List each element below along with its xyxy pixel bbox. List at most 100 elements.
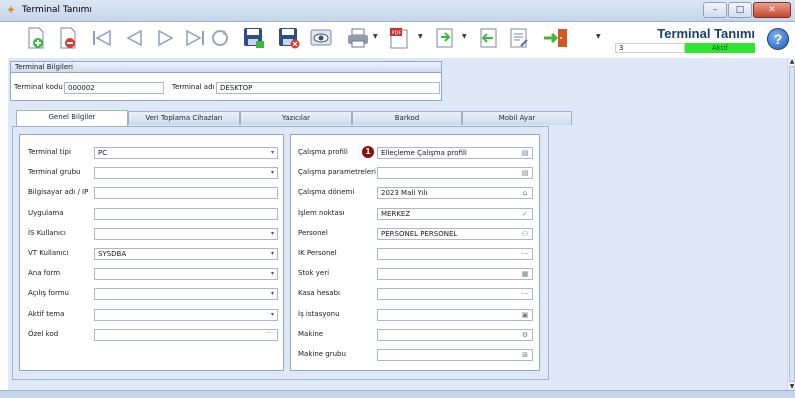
minimize-button[interactable]: – [703, 2, 727, 18]
list-icon[interactable]: ▤ [521, 169, 529, 177]
previous-record-button[interactable] [122, 24, 146, 51]
app-butterfly-icon: ✦ [6, 3, 17, 17]
save-icon [244, 27, 264, 48]
dots-icon[interactable]: ··· [521, 290, 529, 298]
machine-group-icon[interactable]: ⊞ [521, 351, 529, 359]
right-field-label: Personel [298, 229, 328, 237]
terminal-name-input[interactable]: DESKTOP [216, 82, 440, 94]
right-field-label: Kasa hesabı [298, 289, 340, 297]
save-close-icon [279, 27, 300, 48]
left-field-dropdown[interactable]: ▾ [94, 309, 278, 321]
next-record-icon [158, 29, 174, 46]
new-button[interactable] [25, 24, 47, 51]
last-record-button[interactable] [184, 24, 208, 51]
maximize-button[interactable]: □ [728, 2, 752, 18]
left-field-label: Uygulama [28, 209, 64, 217]
left-field-label: Özel kod [28, 330, 59, 338]
right-field-value: 2023 Mali Yılı [381, 189, 428, 197]
left-field-input[interactable] [94, 187, 278, 199]
right-field-input[interactable]: PERSONEL PERSONEL ⚇ [377, 228, 533, 240]
left-field-value: SYSDBA [98, 250, 127, 258]
chevron-down-icon[interactable]: ▾ [271, 249, 274, 259]
right-field-input[interactable]: 2023 Mali Yılı ⌂ [377, 187, 533, 199]
left-field-dropdown[interactable]: PC ▾ [94, 147, 278, 159]
right-field-input[interactable]: ··· [377, 248, 533, 260]
scroll-down-icon[interactable]: ▼ [788, 383, 795, 390]
left-field-input[interactable] [94, 208, 278, 220]
window-title: Terminal Tanımı [22, 5, 92, 15]
tab-genel-bilgiler[interactable]: Genel Bilgiler [16, 110, 128, 126]
tab-mobil-ayar[interactable]: Mobil Ayar [462, 111, 572, 125]
back-icon [480, 28, 497, 47]
print-dropdown-icon[interactable]: ▼ [373, 33, 379, 40]
delete-icon [60, 27, 76, 48]
chevron-down-icon[interactable]: ▾ [271, 229, 274, 239]
left-field-label: VT Kullanıcı [28, 249, 69, 257]
export-button[interactable] [432, 24, 458, 51]
chevron-down-icon[interactable]: ▾ [271, 168, 274, 178]
right-field-input[interactable]: ··· [377, 288, 533, 300]
dots-icon[interactable]: ··· [521, 250, 529, 258]
right-field-input[interactable]: ⊞ [377, 349, 533, 361]
right-field-input[interactable]: ▤ [377, 167, 533, 179]
tab-barkod[interactable]: Barkod [352, 111, 462, 125]
left-field-input[interactable]: ··· [94, 329, 278, 341]
save-button[interactable] [241, 24, 267, 51]
preview-button[interactable] [308, 24, 334, 51]
chevron-down-icon[interactable]: ▾ [271, 148, 274, 158]
title-bar: ✦ Terminal Tanımı – □ ✕ [0, 0, 795, 22]
left-field-dropdown[interactable]: ▾ [94, 228, 278, 240]
close-button[interactable]: ✕ [753, 2, 791, 18]
save-close-button[interactable] [276, 24, 302, 51]
refresh-icon [212, 29, 228, 46]
right-field-label: İş istasyonu [298, 310, 340, 318]
right-field-label: Makine [298, 330, 324, 338]
terminal-code-label: Terminal kodu [14, 83, 63, 91]
right-field-input[interactable]: MERKEZ ✓ [377, 208, 533, 220]
warehouse-icon[interactable]: ▦ [521, 270, 529, 278]
person-icon[interactable]: ⚇ [521, 230, 529, 238]
workstation-icon[interactable]: ▣ [521, 311, 529, 319]
list-icon[interactable]: ▤ [521, 149, 529, 157]
bank-icon[interactable]: ⌂ [521, 189, 529, 197]
right-field-input[interactable]: ▦ [377, 268, 533, 280]
refresh-button[interactable] [208, 24, 232, 51]
scrollbar-thumb[interactable] [789, 66, 795, 382]
left-field-dropdown[interactable]: ▾ [94, 288, 278, 300]
first-record-button[interactable] [89, 24, 113, 51]
delete-button[interactable] [57, 24, 79, 51]
chevron-down-icon[interactable]: ▾ [271, 310, 274, 320]
document-button[interactable] [506, 24, 532, 51]
exit-dropdown-icon[interactable]: ▼ [596, 33, 602, 40]
chevron-down-icon[interactable]: ▾ [271, 289, 274, 299]
right-field-input[interactable]: ▣ [377, 309, 533, 321]
print-button[interactable] [345, 24, 371, 51]
export-dropdown-icon[interactable]: ▼ [462, 33, 468, 40]
terminal-code-input[interactable]: 000002 [64, 82, 164, 94]
exit-button[interactable] [541, 24, 571, 51]
left-field-value: PC [98, 149, 108, 157]
chevron-down-icon[interactable]: ▾ [271, 269, 274, 279]
tab-veri-toplama-cihazlari[interactable]: Veri Toplama Cihazları [128, 111, 240, 125]
left-field-dropdown[interactable]: ▾ [94, 268, 278, 280]
terminal-info-title: Terminal Bilgileri [11, 62, 441, 73]
left-field-dropdown[interactable]: SYSDBA ▾ [94, 248, 278, 260]
left-field-label: Ana form [28, 269, 61, 277]
check-icon[interactable]: ✓ [521, 210, 529, 218]
tab-yazicilar[interactable]: Yazıcılar [240, 111, 352, 125]
right-field-value: MERKEZ [381, 210, 411, 218]
right-field-input[interactable]: ⚙ [377, 329, 533, 341]
next-record-button[interactable] [154, 24, 178, 51]
machine-icon[interactable]: ⚙ [521, 331, 529, 339]
right-field-input[interactable]: Elleçleme Çalışma profili ▤ [377, 147, 533, 159]
vertical-scrollbar[interactable]: ▲ ▼ [787, 58, 795, 390]
scroll-up-icon[interactable]: ▲ [788, 58, 795, 65]
left-field-dropdown[interactable]: ▾ [94, 167, 278, 179]
left-field-label: Bilgisayar adı / IP [28, 188, 89, 196]
pdf-dropdown-icon[interactable]: ▼ [418, 33, 424, 40]
back-button[interactable] [476, 24, 502, 51]
help-button[interactable]: ? [767, 28, 789, 50]
record-header-title: Terminal Tanımı [657, 26, 755, 41]
ellipsis-icon[interactable]: ··· [266, 330, 273, 338]
pdf-export-button[interactable]: PDF [387, 24, 413, 51]
